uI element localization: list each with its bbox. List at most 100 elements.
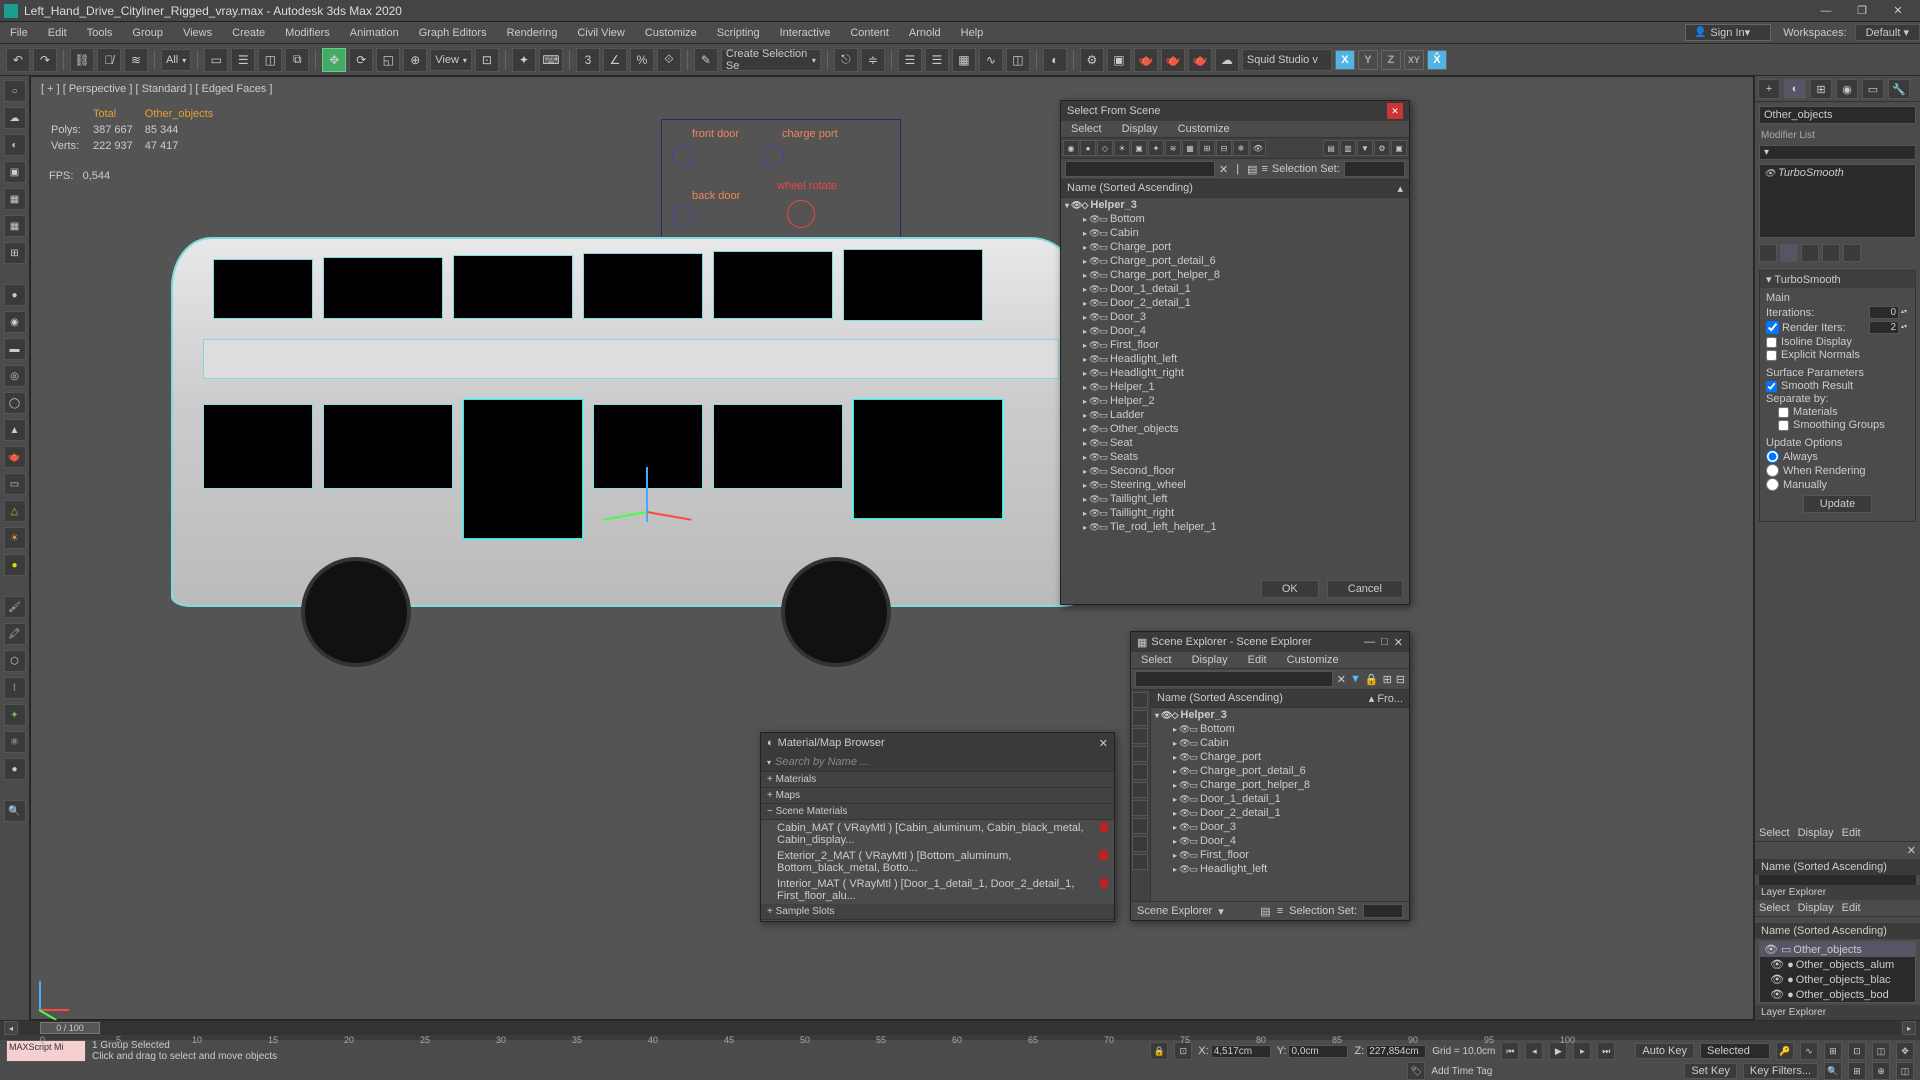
sfs-filter-bone-icon[interactable]: ⊟	[1216, 140, 1232, 156]
tree-item[interactable]: 👁▭Second_floor	[1061, 464, 1409, 478]
menu-content[interactable]: Content	[840, 22, 899, 44]
key-filters-button[interactable]: Key Filters...	[1743, 1063, 1818, 1079]
menu-help[interactable]: Help	[951, 22, 994, 44]
cloth-icon[interactable]: ✦	[4, 704, 26, 726]
play-start-button[interactable]: ⏮	[1501, 1042, 1519, 1060]
time-prev-button[interactable]: ◂	[4, 1021, 18, 1035]
se-expand-all-icon[interactable]: ⊞	[1383, 673, 1392, 686]
dock-tab-edit-1[interactable]: Edit	[1842, 827, 1861, 839]
se-tab-display[interactable]: Display	[1182, 652, 1238, 668]
axis-z-button[interactable]: Z	[1381, 50, 1401, 70]
tree-item[interactable]: 👁▭Headlight_left	[1151, 862, 1409, 876]
utilities-tab[interactable]: 🔧	[1888, 79, 1910, 99]
toggle-layer-explorer-button[interactable]: ☰	[925, 48, 949, 72]
fov-icon[interactable]: ◫	[1872, 1042, 1890, 1060]
sfs-tab-select[interactable]: Select	[1061, 121, 1112, 137]
brush-icon[interactable]: 🖌	[4, 596, 26, 618]
dock-tab-edit-2[interactable]: Edit	[1842, 902, 1861, 914]
tree-item[interactable]: 👁▭Ladder	[1061, 408, 1409, 422]
viewport-label[interactable]: [ + ] [ Perspective ] [ Standard ] [ Edg…	[41, 83, 272, 95]
coord-z-input[interactable]	[1366, 1045, 1426, 1058]
axis-y-button[interactable]: Y	[1358, 50, 1378, 70]
se-filter-icon[interactable]: ▼	[1350, 673, 1361, 685]
axis-xy-button[interactable]: XY	[1404, 50, 1424, 70]
sfs-filter-xref-icon[interactable]: ⊞	[1199, 140, 1215, 156]
render-preset[interactable]: Squid Studio v	[1242, 49, 1332, 71]
se-clear-icon[interactable]: ✕	[1337, 673, 1346, 686]
explicit-normals-check[interactable]	[1766, 350, 1777, 361]
menu-edit[interactable]: Edit	[38, 22, 77, 44]
sfs-close-button[interactable]: ✕	[1387, 103, 1403, 119]
mb-section-scene[interactable]: Scene Materials	[761, 804, 1114, 820]
se-layer-icon[interactable]: ▤	[1260, 905, 1270, 918]
key-tangent-icon[interactable]: ∿	[1800, 1042, 1818, 1060]
se-min-button[interactable]: —	[1364, 636, 1375, 648]
menu-interactive[interactable]: Interactive	[770, 22, 841, 44]
menu-file[interactable]: File	[0, 22, 38, 44]
tree-item[interactable]: 👁▭Charge_port_detail_6	[1151, 764, 1409, 778]
se-side-warp-icon[interactable]	[1132, 800, 1148, 816]
autokey-button[interactable]: Auto Key	[1635, 1043, 1694, 1059]
render-iterative-button[interactable]: 🫖	[1161, 48, 1185, 72]
menu-modifiers[interactable]: Modifiers	[275, 22, 340, 44]
create-shapes-icon[interactable]: ☁	[4, 107, 26, 129]
se-tab-customize[interactable]: Customize	[1277, 652, 1349, 668]
tree-item[interactable]: 👁▭Helper_1	[1061, 380, 1409, 394]
sphere-icon[interactable]: ●	[4, 284, 26, 306]
material-editor-button[interactable]: ◐	[1043, 48, 1067, 72]
lock-selection-icon[interactable]: 🔒	[1150, 1042, 1168, 1060]
time-next-button[interactable]: ▸	[1902, 1021, 1916, 1035]
render-frame-button[interactable]: ▣	[1107, 48, 1131, 72]
create-lights-icon[interactable]: ◐	[4, 134, 26, 156]
update-rendering-radio[interactable]	[1766, 464, 1779, 477]
mb-search-input[interactable]: Search by Name ...	[775, 756, 869, 768]
cylinder-icon[interactable]: ▬	[4, 338, 26, 360]
mass-fx-icon[interactable]: ●	[4, 758, 26, 780]
smooth-result-check[interactable]	[1766, 381, 1777, 392]
create-geometry-icon[interactable]: ○	[4, 80, 26, 102]
tree-item[interactable]: 👁▭Charge_port	[1061, 240, 1409, 254]
workspace-selector[interactable]: Default ▾	[1855, 24, 1920, 41]
sfs-expand-icon[interactable]: ≡	[1261, 163, 1267, 175]
manipulate-button[interactable]: ✦	[512, 48, 536, 72]
cone-icon[interactable]: △	[4, 500, 26, 522]
mb-close-button[interactable]: ✕	[1099, 737, 1108, 750]
render-activeshade-button[interactable]: 🫖	[1188, 48, 1212, 72]
geosphere-icon[interactable]: ◉	[4, 311, 26, 333]
dock-tab-display-1[interactable]: Display	[1798, 827, 1834, 839]
tree-item[interactable]: 👁▭Headlight_left	[1061, 352, 1409, 366]
tree-item[interactable]: 👁▭Door_3	[1061, 310, 1409, 324]
dock-tab-display-2[interactable]: Display	[1798, 902, 1834, 914]
sfs-tab-customize[interactable]: Customize	[1168, 121, 1240, 137]
se-side-shape-icon[interactable]	[1132, 728, 1148, 744]
se-lock-icon[interactable]: 🔒	[1365, 673, 1379, 686]
zoom-all-icon[interactable]: ⊡	[1848, 1042, 1866, 1060]
edit-named-sel-button[interactable]: ✎	[694, 48, 718, 72]
percent-snap-button[interactable]: %	[630, 48, 654, 72]
se-side-geo-icon[interactable]	[1132, 710, 1148, 726]
tree-item[interactable]: 👁▭Seat	[1061, 436, 1409, 450]
bus-model[interactable]	[141, 207, 1121, 697]
sfs-filter-frozen-icon[interactable]: ❄	[1233, 140, 1249, 156]
paint-icon[interactable]: 🖍	[4, 623, 26, 645]
pyramid-icon[interactable]: ▲	[4, 419, 26, 441]
redo-button[interactable]: ↷	[33, 48, 57, 72]
se-list-icon[interactable]: ≡	[1277, 905, 1283, 917]
se-max-button[interactable]: □	[1381, 636, 1388, 648]
bind-button[interactable]: ≋	[124, 48, 148, 72]
se-side-bone-icon[interactable]	[1132, 818, 1148, 834]
make-unique-button[interactable]	[1801, 244, 1819, 262]
mb-material-item[interactable]: Exterior_2_MAT ( VRayMtl ) [Bottom_alumi…	[761, 848, 1114, 876]
nav-zoom-icon[interactable]: 🔍	[1824, 1062, 1842, 1080]
dock-tab-select-2[interactable]: Select	[1759, 902, 1790, 914]
menu-customize[interactable]: Customize	[635, 22, 707, 44]
tree-item[interactable]: 👁▭Door_4	[1151, 834, 1409, 848]
minimize-button[interactable]: —	[1808, 0, 1844, 22]
tree-item[interactable]: 👁▭Bottom	[1061, 212, 1409, 226]
update-button[interactable]: Update	[1803, 495, 1872, 513]
update-manually-radio[interactable]	[1766, 478, 1779, 491]
maxscript-listener[interactable]: MAXScript Mi	[6, 1040, 86, 1062]
close-panel-icon[interactable]: ✕	[1907, 844, 1916, 857]
sfs-col-icon[interactable]: ▥	[1340, 140, 1356, 156]
setkey-button[interactable]: Set Key	[1684, 1063, 1737, 1079]
